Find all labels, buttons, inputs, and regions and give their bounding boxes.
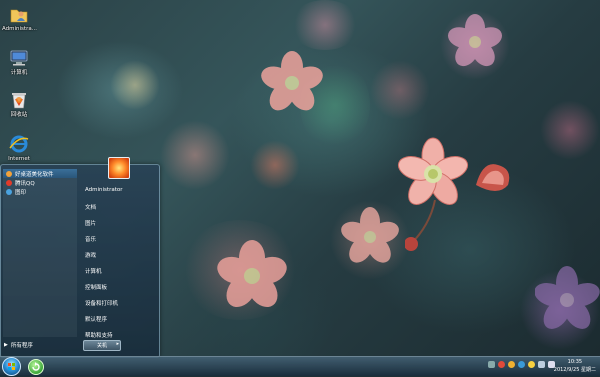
desktop-icon-recycle-bin[interactable]: 回收站 xyxy=(2,90,36,119)
music-link[interactable]: 音乐 xyxy=(85,235,96,243)
all-programs-button[interactable]: ▶ 所有程序 xyxy=(4,340,74,350)
user-name[interactable]: Administrator xyxy=(85,187,123,193)
start-menu-item[interactable]: 腾讯QQ xyxy=(3,178,77,187)
chevron-right-icon[interactable]: ▸ xyxy=(116,341,119,347)
desktop-icon-internet[interactable]: Internet xyxy=(2,134,36,163)
desktop-icon-label: 回收站 xyxy=(10,112,28,118)
start-menu-left-pane: 好桌道美化软件 腾讯QQ 图印 xyxy=(3,169,77,337)
shutdown-label: 关机 xyxy=(96,343,107,349)
flower-stem xyxy=(405,200,436,251)
flower-middle xyxy=(341,207,399,263)
internet-explorer-icon xyxy=(9,134,29,154)
start-button[interactable] xyxy=(2,357,21,376)
clock-time: 10:35 xyxy=(567,359,583,365)
help-support-link[interactable]: 帮助和支持 xyxy=(85,331,113,339)
app-icon xyxy=(6,170,12,177)
flower-bottom-left xyxy=(217,240,287,308)
desktop-icon-administrator[interactable]: Administra... xyxy=(2,4,37,33)
default-programs-link[interactable]: 默认程序 xyxy=(85,315,107,323)
games-link[interactable]: 游戏 xyxy=(85,251,96,259)
flower-top-right xyxy=(448,14,502,67)
clock-date: 2012/9/25 星期二 xyxy=(553,367,596,373)
tray-app-icon[interactable] xyxy=(518,361,525,368)
start-menu-item-label: 图印 xyxy=(15,189,27,196)
user-folder-icon xyxy=(9,4,29,24)
tray-app-icon[interactable] xyxy=(528,361,535,368)
all-programs-label: 所有程序 xyxy=(10,343,33,349)
system-tray xyxy=(488,361,555,368)
control-panel-link[interactable]: 控制面板 xyxy=(85,283,107,291)
shutdown-button[interactable]: 关机 ▸ xyxy=(83,340,121,351)
taskbar: 10:35 2012/9/25 星期二 xyxy=(0,356,600,376)
tray-app-icon[interactable] xyxy=(498,361,505,368)
desktop-icon-computer[interactable]: 计算机 xyxy=(2,48,36,77)
desktop-icon-label: 计算机 xyxy=(10,70,28,76)
computer-link[interactable]: 计算机 xyxy=(85,267,102,275)
flower-bottom-right xyxy=(535,266,600,329)
desktop-icon-label: Internet xyxy=(8,156,30,162)
qq-icon xyxy=(6,179,12,186)
flower-left xyxy=(261,51,323,111)
user-picture[interactable] xyxy=(108,157,130,179)
start-menu-item-label: 腾讯QQ xyxy=(15,180,35,187)
start-menu-item-label: 好桌道美化软件 xyxy=(15,171,54,178)
pictures-link[interactable]: 图片 xyxy=(85,219,96,227)
start-menu-right-pane: Administrator 文档 图片 音乐 游戏 计算机 控制面板 设备和打印… xyxy=(81,157,157,355)
triangle-right-icon: ▶ xyxy=(4,342,8,348)
start-menu-item[interactable]: 图印 xyxy=(3,187,77,196)
computer-icon xyxy=(9,48,29,68)
refresh-icon xyxy=(32,362,40,371)
windows-logo-icon xyxy=(8,363,15,370)
documents-link[interactable]: 文档 xyxy=(85,203,96,211)
clock[interactable]: 10:35 2012/9/25 星期二 xyxy=(554,358,596,374)
desktop-icon-label: Administra... xyxy=(2,26,37,32)
start-menu-item[interactable]: 好桌道美化软件 xyxy=(3,169,77,178)
network-icon[interactable] xyxy=(538,361,545,368)
tray-app-icon[interactable] xyxy=(508,361,515,368)
show-hidden-icons-icon[interactable] xyxy=(488,361,495,368)
start-menu: 好桌道美化软件 腾讯QQ 图印 ▶ 所有程序 Administrator 文档 … xyxy=(0,157,160,358)
taskbar-app-button[interactable] xyxy=(28,359,44,375)
recycle-bin-icon xyxy=(9,90,29,110)
app-icon xyxy=(6,188,12,195)
flower-bud xyxy=(476,164,510,191)
devices-printers-link[interactable]: 设备和打印机 xyxy=(85,299,118,307)
flower-main xyxy=(397,137,469,205)
